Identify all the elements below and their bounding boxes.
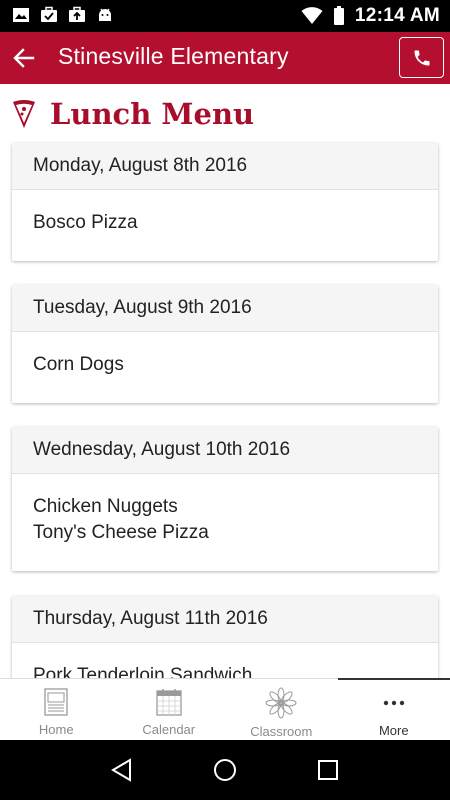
wifi-icon <box>301 7 323 24</box>
menu-item: Pork Tenderloin Sandwich <box>33 665 253 678</box>
menu-day-date: Tuesday, August 9th 2016 <box>12 285 438 332</box>
back-button[interactable] <box>6 40 42 76</box>
nav-calendar-label: Calendar <box>142 722 196 737</box>
system-recents-button[interactable] <box>308 750 348 790</box>
menu-item: Bosco Pizza <box>33 212 138 233</box>
menu-day-card: Tuesday, August 9th 2016 Corn Dogs <box>12 285 438 403</box>
status-bar: 12:14 AM <box>0 0 450 32</box>
menu-day-date: Thursday, August 11th 2016 <box>12 596 438 643</box>
notification-icons <box>12 6 114 24</box>
system-back-button[interactable] <box>102 750 142 790</box>
menu-item: Tony's Cheese Pizza <box>33 522 209 543</box>
bottom-nav: Home Calendar Classroom More <box>0 678 450 740</box>
menu-item: Chicken Nuggets <box>33 496 178 517</box>
menu-day-date: Wednesday, August 10th 2016 <box>12 427 438 474</box>
nav-classroom-label: Classroom <box>250 724 313 739</box>
page-heading: Lunch Menu <box>12 94 254 134</box>
menu-day-card: Thursday, August 11th 2016 Pork Tenderlo… <box>12 596 438 678</box>
page-title: Lunch Menu <box>50 97 255 131</box>
nav-home[interactable]: Home <box>0 679 113 740</box>
menu-day-date: Monday, August 8th 2016 <box>12 143 438 190</box>
more-dots-icon <box>383 700 404 706</box>
nav-calendar[interactable]: Calendar <box>113 679 226 740</box>
menu-day-card: Wednesday, August 10th 2016 Chicken Nugg… <box>12 427 438 571</box>
arrow-left-icon <box>13 48 35 68</box>
menu-item: Corn Dogs <box>33 354 124 375</box>
android-icon <box>99 8 111 21</box>
nav-more-label: More <box>378 723 409 738</box>
image-icon <box>13 8 29 22</box>
app-bar: Stinesville Elementary <box>0 32 450 84</box>
lunch-menu-list[interactable]: Monday, August 8th 2016 Bosco Pizza Tues… <box>0 141 450 678</box>
app-title: Stinesville Elementary <box>58 43 289 69</box>
triangle-back-icon <box>110 758 131 782</box>
briefcase-upload-icon <box>69 6 85 22</box>
nav-more[interactable]: More <box>337 678 450 740</box>
system-nav-bar <box>0 740 450 800</box>
call-button[interactable] <box>399 37 444 78</box>
briefcase-check-icon <box>41 6 57 22</box>
calendar-icon <box>156 689 182 716</box>
battery-icon <box>333 6 344 25</box>
pizza-slice-icon <box>13 100 35 128</box>
nav-home-label: Home <box>38 722 74 737</box>
circle-home-icon <box>213 759 236 781</box>
nav-classroom[interactable]: Classroom <box>225 679 338 740</box>
square-recents-icon <box>318 760 339 780</box>
document-icon <box>44 688 68 716</box>
system-home-button[interactable] <box>205 750 245 790</box>
clock: 12:14 AM <box>354 5 440 26</box>
menu-day-card: Monday, August 8th 2016 Bosco Pizza <box>12 143 438 261</box>
flower-icon <box>265 687 297 719</box>
phone-icon <box>414 50 429 65</box>
